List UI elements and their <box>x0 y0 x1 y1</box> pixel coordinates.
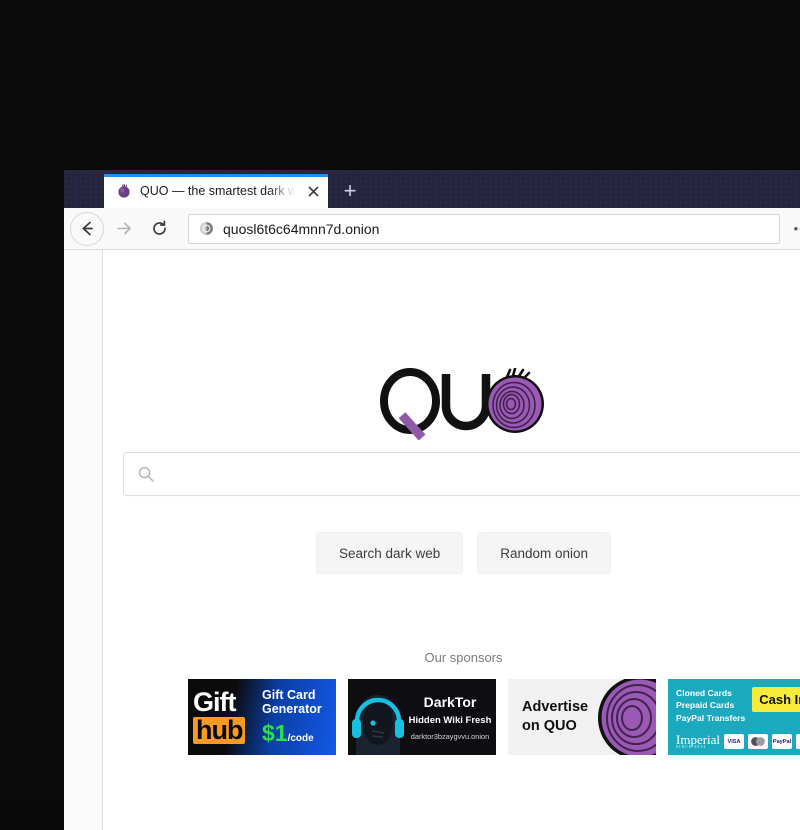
gifthub-copy: Gift Card Generator $1/code <box>262 688 336 747</box>
left-rail <box>64 250 103 830</box>
random-onion-button[interactable]: Random onion <box>477 532 611 574</box>
gifthub-line1: Gift Card <box>262 688 332 702</box>
gifthub-brand-top: Gift <box>193 690 262 715</box>
onion-icon <box>116 183 132 199</box>
reload-glyph <box>151 220 168 237</box>
tab-title: QUO — the smartest dark web s <box>140 184 296 198</box>
sponsor-imperial-banner[interactable]: Cloned Cards Prepaid Cards PayPal Transf… <box>668 679 800 755</box>
sponsor-darktor-banner[interactable]: DarkTor Hidden Wiki Fresh darktor3bzaygv… <box>348 679 496 755</box>
content-area: Search dark web Random onion Our sponsor… <box>64 250 800 830</box>
search-dark-web-button[interactable]: Search dark web <box>316 532 463 574</box>
arrow-right-icon[interactable] <box>106 212 140 246</box>
arrow-left-icon[interactable] <box>70 212 104 246</box>
imperial-payment-row: Imperial SINCE 2014 VISA PayPal <box>676 733 800 750</box>
mastercard-icon <box>748 734 768 749</box>
sponsor-gifthub-banner[interactable]: Gift hub Gift Card Generator $1/code <box>188 679 336 755</box>
page-menu-button[interactable]: ••• <box>788 215 800 243</box>
gifthub-price: $1 <box>262 720 288 746</box>
imperial-top-row: Cloned Cards Prepaid Cards PayPal Transf… <box>676 687 800 724</box>
darktor-url: darktor3bzaygvvu.onion <box>408 732 492 741</box>
url-text: quosl6t6c64mnn7d.onion <box>223 221 379 237</box>
page-body: Search dark web Random onion Our sponsor… <box>103 250 800 830</box>
url-bar[interactable]: quosl6t6c64mnn7d.onion <box>188 214 780 244</box>
onion-icon <box>594 679 656 755</box>
sponsors-heading: Our sponsors <box>103 650 800 665</box>
advertise-copy: Advertise on QUO <box>508 698 588 735</box>
search-row <box>103 452 800 496</box>
desktop-backdrop: QUO — the smartest dark web s + <box>0 0 800 800</box>
gifthub-line2: Generator <box>262 702 332 716</box>
imperial-service-list: Cloned Cards Prepaid Cards PayPal Transf… <box>676 687 745 724</box>
gifthub-price-row: $1/code <box>262 720 332 747</box>
imperial-line2: Prepaid Cards <box>676 699 745 711</box>
forward-glyph <box>115 220 132 237</box>
imperial-line1: Cloned Cards <box>676 687 745 699</box>
back-glyph <box>79 220 96 237</box>
search-icon <box>138 466 154 482</box>
imperial-cta-button[interactable]: Cash In <box>752 687 800 712</box>
reload-icon[interactable] <box>142 212 176 246</box>
sponsor-banner-list: Gift hub Gift Card Generator $1/code <box>103 679 800 755</box>
gifthub-price-suffix: /code <box>288 733 314 744</box>
sponsor-advertise-banner[interactable]: Advertise on QUO <box>508 679 656 755</box>
advertise-line2: on QUO <box>522 717 588 736</box>
darktor-subtitle: Hidden Wiki Fresh <box>408 715 492 726</box>
close-icon[interactable] <box>304 182 322 200</box>
search-input[interactable] <box>164 466 791 482</box>
browser-window: QUO — the smartest dark web s + <box>64 170 800 830</box>
mastercard-glyph <box>748 736 768 747</box>
site-logo <box>103 368 800 440</box>
gifthub-brand-bottom: hub <box>193 717 245 745</box>
tab-strip: QUO — the smartest dark web s + <box>64 170 800 208</box>
new-tab-button[interactable]: + <box>328 174 372 208</box>
paypal-icon: PayPal <box>772 734 792 749</box>
onion-identity-icon <box>199 221 214 236</box>
search-box[interactable] <box>123 452 800 496</box>
gifthub-brand: Gift hub <box>188 690 262 744</box>
hooded-figure-icon <box>348 679 408 755</box>
visa-icon: VISA <box>724 734 744 749</box>
extra-card-icon: MC <box>796 734 800 749</box>
navigation-toolbar: quosl6t6c64mnn7d.onion ••• <box>64 208 800 250</box>
browser-tab-active[interactable]: QUO — the smartest dark web s <box>104 174 328 208</box>
imperial-line3: PayPal Transfers <box>676 712 745 724</box>
advertise-line1: Advertise <box>522 698 588 717</box>
close-glyph <box>308 186 319 197</box>
darktor-title: DarkTor <box>408 694 492 710</box>
imperial-brand: Imperial SINCE 2014 <box>676 733 720 750</box>
action-buttons: Search dark web Random onion <box>103 532 800 574</box>
quo-logo-icon <box>379 368 549 440</box>
darktor-copy: DarkTor Hidden Wiki Fresh darktor3bzaygv… <box>408 694 496 741</box>
